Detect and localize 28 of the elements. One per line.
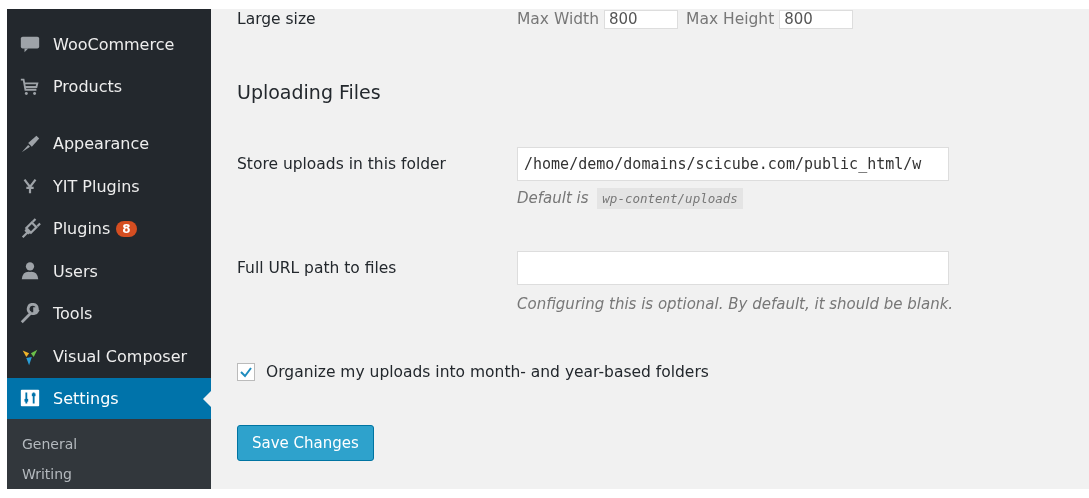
text-input[interactable]: /home/demo/domains/scicube.com/public_html/w	[517, 147, 949, 181]
sidebar-item[interactable]: Users	[7, 250, 211, 293]
checkbox-label: Organize my uploads into month- and year-based folders	[266, 363, 709, 381]
section-heading: Uploading Files	[237, 81, 382, 103]
sidebar-item[interactable]: YIT Plugins	[7, 164, 211, 208]
sidebar-item[interactable]: Visual Composer	[7, 335, 211, 378]
sidebar-item[interactable]: Tools	[7, 292, 211, 336]
field-label: Max Width	[517, 10, 599, 28]
field-label: Full URL path to files	[237, 258, 398, 279]
sidebar-item[interactable]: Settings	[7, 377, 211, 419]
sidebar-item[interactable]: WooCommerce	[7, 23, 211, 66]
checkbox[interactable]	[237, 363, 255, 381]
field-label: Store uploads in this folder	[237, 154, 447, 175]
code-snippet: wp-content/uploads	[597, 188, 743, 209]
field-label: Max Height	[686, 10, 775, 28]
height-input[interactable]: 800	[779, 9, 854, 29]
update-count-badge: 8	[116, 220, 137, 237]
plug-icon	[19, 217, 41, 240]
submenu-item[interactable]: Writing	[7, 459, 211, 489]
submenu-item[interactable]: General	[7, 429, 211, 459]
sidebar-item[interactable]: Appearance	[7, 122, 211, 165]
sidebar-item[interactable]: Products	[7, 65, 211, 109]
width-input[interactable]: 800	[604, 9, 678, 29]
text-input[interactable]	[517, 251, 949, 285]
sidebar-item[interactable]: Plugins 8	[7, 207, 211, 251]
field-label: Large size	[237, 10, 317, 28]
hint-text: Configuring this is optional. By default, it should be blank.	[517, 295, 954, 313]
hint-text: Default is wp-content/uploads	[517, 189, 949, 207]
